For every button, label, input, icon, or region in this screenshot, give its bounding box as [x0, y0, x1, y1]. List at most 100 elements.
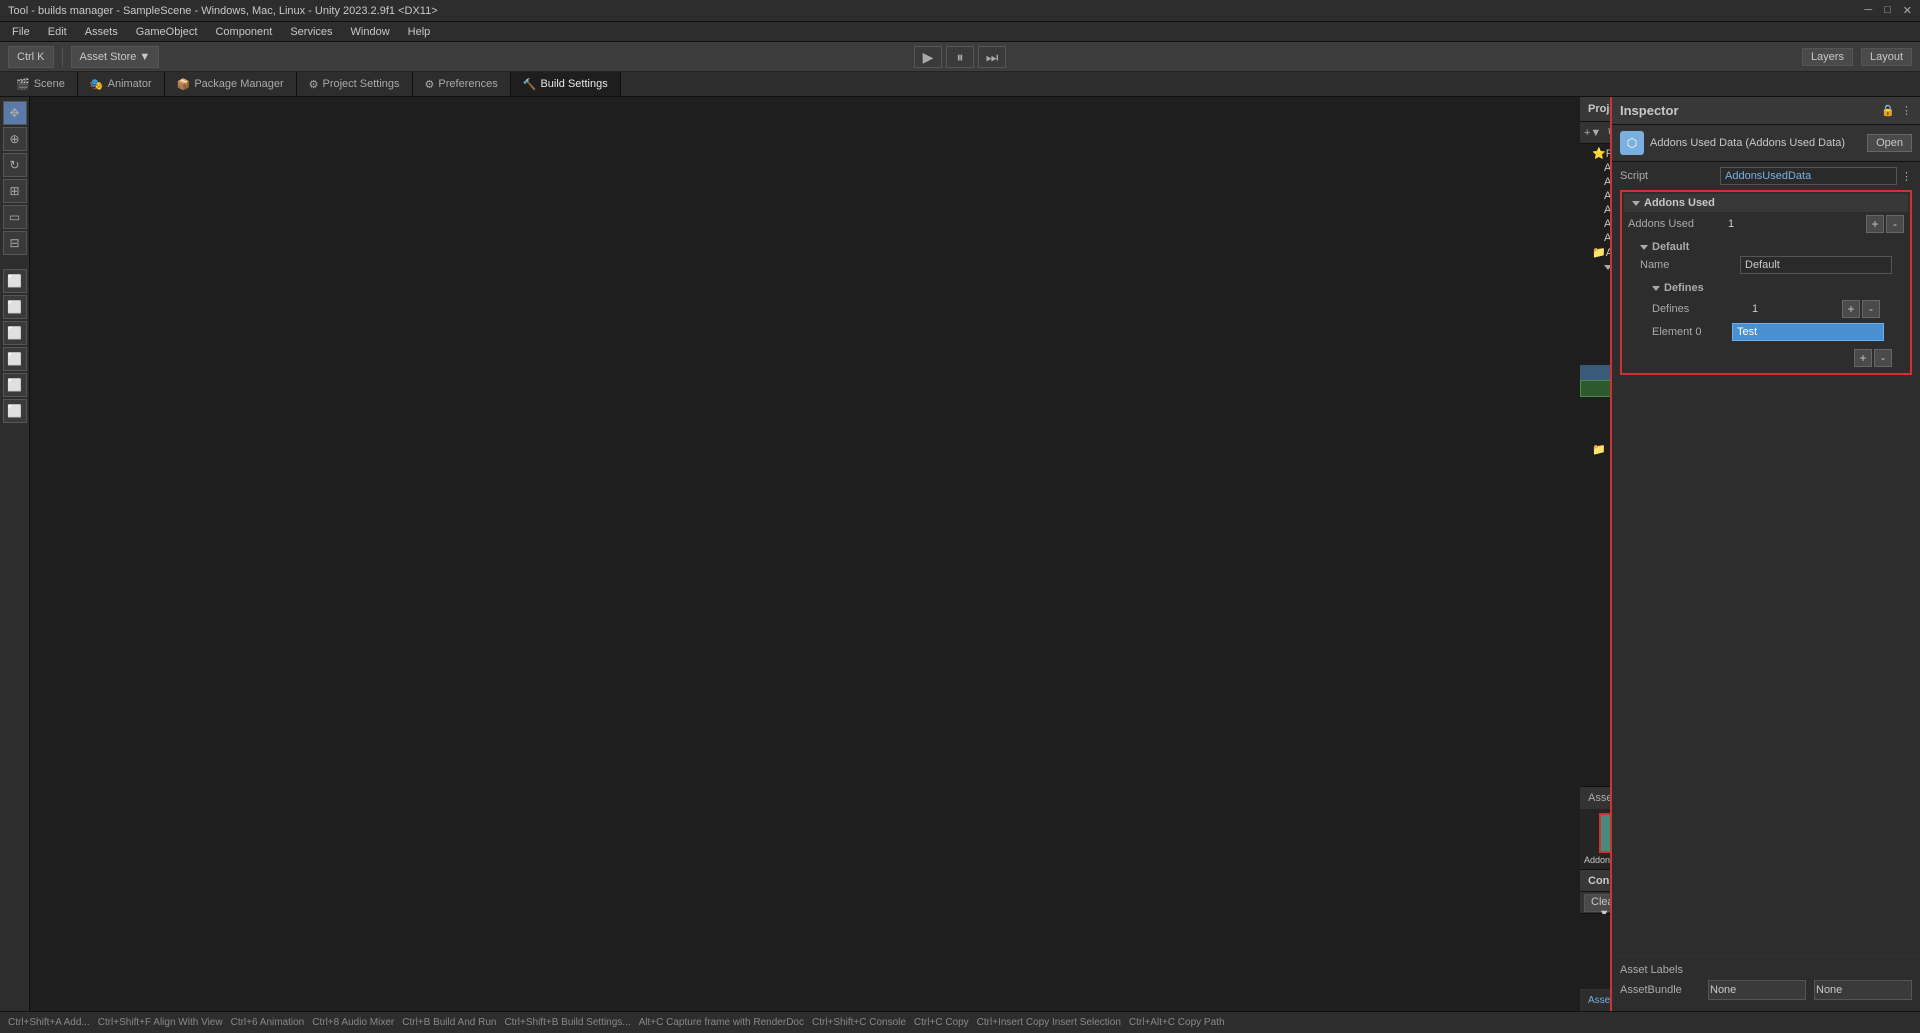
menu-gameobject[interactable]: GameObject [128, 24, 206, 40]
inspector-addons-plus[interactable]: + [1866, 215, 1884, 233]
statusbar: Ctrl+Shift+A Add... Ctrl+Shift+F Align W… [0, 1011, 1920, 1033]
inspector-addons-header[interactable]: Addons Used [1624, 194, 1908, 212]
tool-custom1[interactable]: ⬜ [3, 269, 27, 293]
tool-custom3[interactable]: ⬜ [3, 321, 27, 345]
inspector-header-controls: 🔒 ⋮ [1881, 104, 1912, 117]
menubar: File Edit Assets GameObject Component Se… [0, 22, 1920, 42]
tool-move[interactable]: ⊕ [3, 127, 27, 151]
menu-assets[interactable]: Assets [77, 24, 126, 40]
pause-btn[interactable]: ⏸ [946, 46, 974, 68]
tab-project-settings[interactable]: ⚙ Project Settings [297, 72, 413, 96]
layout-dropdown[interactable]: Layout [1861, 48, 1912, 66]
packages-folder-icon: 📁 [1592, 443, 1606, 456]
menu-component[interactable]: Component [207, 24, 280, 40]
defines-arrow [1652, 286, 1660, 291]
toolbar-separator-1 [62, 47, 63, 67]
tool-custom4[interactable]: ⬜ [3, 347, 27, 371]
addons-section-arrow [1632, 201, 1640, 206]
inspector-open-btn[interactable]: Open [1867, 134, 1912, 152]
tab-package-manager-label: Package Manager [194, 78, 283, 90]
inspector-unity-logo: ⬡ [1620, 131, 1644, 155]
inspector-name-value: Default [1740, 256, 1892, 274]
inspector-script-label: Script [1620, 170, 1720, 182]
asset-bundle-select[interactable]: None [1708, 980, 1806, 1000]
inspector-default-subsection: Default Name Default Defines [1624, 237, 1908, 371]
tool-custom6[interactable]: ⬜ [3, 399, 27, 423]
tool-custom5[interactable]: ⬜ [3, 373, 27, 397]
inspector-header: Inspector 🔒 ⋮ [1612, 97, 1920, 125]
tab-preferences-label: Preferences [438, 78, 497, 90]
minimize-btn[interactable]: ─ [1864, 4, 1872, 17]
inspector-default-minus[interactable]: - [1874, 349, 1892, 367]
menu-help[interactable]: Help [400, 24, 439, 40]
inspector-defines-count-row: Defines 1 + - [1648, 299, 1884, 319]
default-subsection-arrow [1640, 245, 1648, 250]
inspector-defines-header: Defines [1648, 280, 1884, 296]
titlebar-title: Tool - builds manager - SampleScene - Wi… [8, 5, 438, 17]
asset-bundle-row: AssetBundle None None [1620, 980, 1912, 1000]
tab-preferences[interactable]: ⚙ Preferences [413, 72, 511, 96]
inspector-defines-count-label: Defines [1652, 303, 1752, 315]
inspector-defines-title: Defines [1664, 282, 1704, 294]
tool-custom2[interactable]: ⬜ [3, 295, 27, 319]
layers-dropdown[interactable]: Layers [1802, 48, 1853, 66]
close-btn[interactable]: ✕ [1903, 4, 1912, 17]
status-ctrl-6: Ctrl+6 Animation [231, 1017, 305, 1028]
viewport-container: ⊕Center▼ ⊙Local▼ 1 ⊞ ⊡ ← Persp 789 X [30, 97, 1580, 1011]
tool-all[interactable]: ⊟ [3, 231, 27, 255]
titlebar-controls[interactable]: ─ □ ✕ [1864, 4, 1912, 17]
inspector-script-menu[interactable]: ⋮ [1901, 170, 1912, 183]
inspector-addons-minus[interactable]: - [1886, 215, 1904, 233]
status-ctrl-shift-f: Ctrl+Shift+F Align With View [98, 1017, 223, 1028]
play-btn[interactable]: ▶ [914, 46, 942, 68]
tab-package-manager[interactable]: 📦 Package Manager [165, 72, 297, 96]
right-container: Project 🔍 + ⋮ +▼ ↻ ⊞ ⊡ ⊟ 🔒 [1580, 97, 1920, 1011]
project-settings-icon: ⚙ [309, 78, 319, 91]
ctrl-k-btn[interactable]: Ctrl K [8, 46, 54, 68]
inspector-addons-title: Addons Used [1644, 197, 1715, 209]
inspector-addons-section-bordered: Addons Used Addons Used 1 + - [1620, 190, 1912, 375]
asset-labels-section: Asset Labels AssetBundle None None [1612, 955, 1920, 1011]
tab-build-settings[interactable]: 🔨 Build Settings [511, 72, 621, 96]
status-ctrl-insert: Ctrl+Insert Copy Insert Selection [977, 1017, 1121, 1028]
favorites-folder-icon: ⭐ [1592, 147, 1606, 160]
tool-transform[interactable]: ✥ [3, 101, 27, 125]
tool-scale[interactable]: ⊞ [3, 179, 27, 203]
inspector-lock-icon[interactable]: 🔒 [1881, 104, 1895, 117]
maximize-btn[interactable]: □ [1884, 4, 1891, 17]
inspector-addons-controls: + - [1866, 215, 1904, 233]
menu-services[interactable]: Services [282, 24, 340, 40]
inspector-name-row: Name Default [1636, 255, 1896, 275]
inspector-script-value[interactable]: AddonsUsedData [1720, 167, 1897, 185]
tab-scene[interactable]: 🎬 Scene [4, 72, 78, 96]
inspector-defines-count: 1 [1752, 303, 1842, 315]
menu-edit[interactable]: Edit [40, 24, 75, 40]
status-ctrl-c: Ctrl+C Copy [914, 1017, 969, 1028]
tab-animator[interactable]: 🎭 Animator [78, 72, 165, 96]
project-add-icon[interactable]: +▼ [1584, 127, 1601, 139]
status-ctrl-shift-c: Ctrl+Shift+C Console [812, 1017, 906, 1028]
inspector-body: Script AddonsUsedData ⋮ Addons Used Addo… [1612, 162, 1920, 955]
assets-folder-icon: 📁 [1592, 246, 1606, 259]
inspector-menu-icon[interactable]: ⋮ [1901, 104, 1912, 117]
inspector-default-plus[interactable]: + [1854, 349, 1872, 367]
build-settings-icon: 🔨 [523, 78, 537, 91]
inspector-object-name: Addons Used Data (Addons Used Data) [1650, 137, 1861, 149]
menu-window[interactable]: Window [343, 24, 398, 40]
tool-rect[interactable]: ▭ [3, 205, 27, 229]
asset-store-btn[interactable]: Asset Store ▼ [71, 46, 160, 68]
preferences-icon: ⚙ [425, 78, 435, 91]
tool-rotate[interactable]: ↻ [3, 153, 27, 177]
inspector-script-row: Script AddonsUsedData ⋮ [1616, 166, 1916, 186]
menu-file[interactable]: File [4, 24, 38, 40]
tab-scene-label: Scene [34, 78, 65, 90]
status-ctrl-b: Ctrl+B Build And Run [402, 1017, 496, 1028]
status-ctrl-shift-a: Ctrl+Shift+A Add... [8, 1017, 90, 1028]
inspector-element0-input[interactable] [1732, 323, 1884, 341]
step-btn[interactable]: ⏭ [978, 46, 1006, 68]
inspector-addons-count-row: Addons Used 1 + - [1624, 214, 1908, 234]
inspector-defines-minus[interactable]: - [1862, 300, 1880, 318]
package-manager-icon: 📦 [177, 78, 191, 91]
inspector-defines-plus[interactable]: + [1842, 300, 1860, 318]
asset-bundle-variant-select[interactable]: None [1814, 980, 1912, 1000]
